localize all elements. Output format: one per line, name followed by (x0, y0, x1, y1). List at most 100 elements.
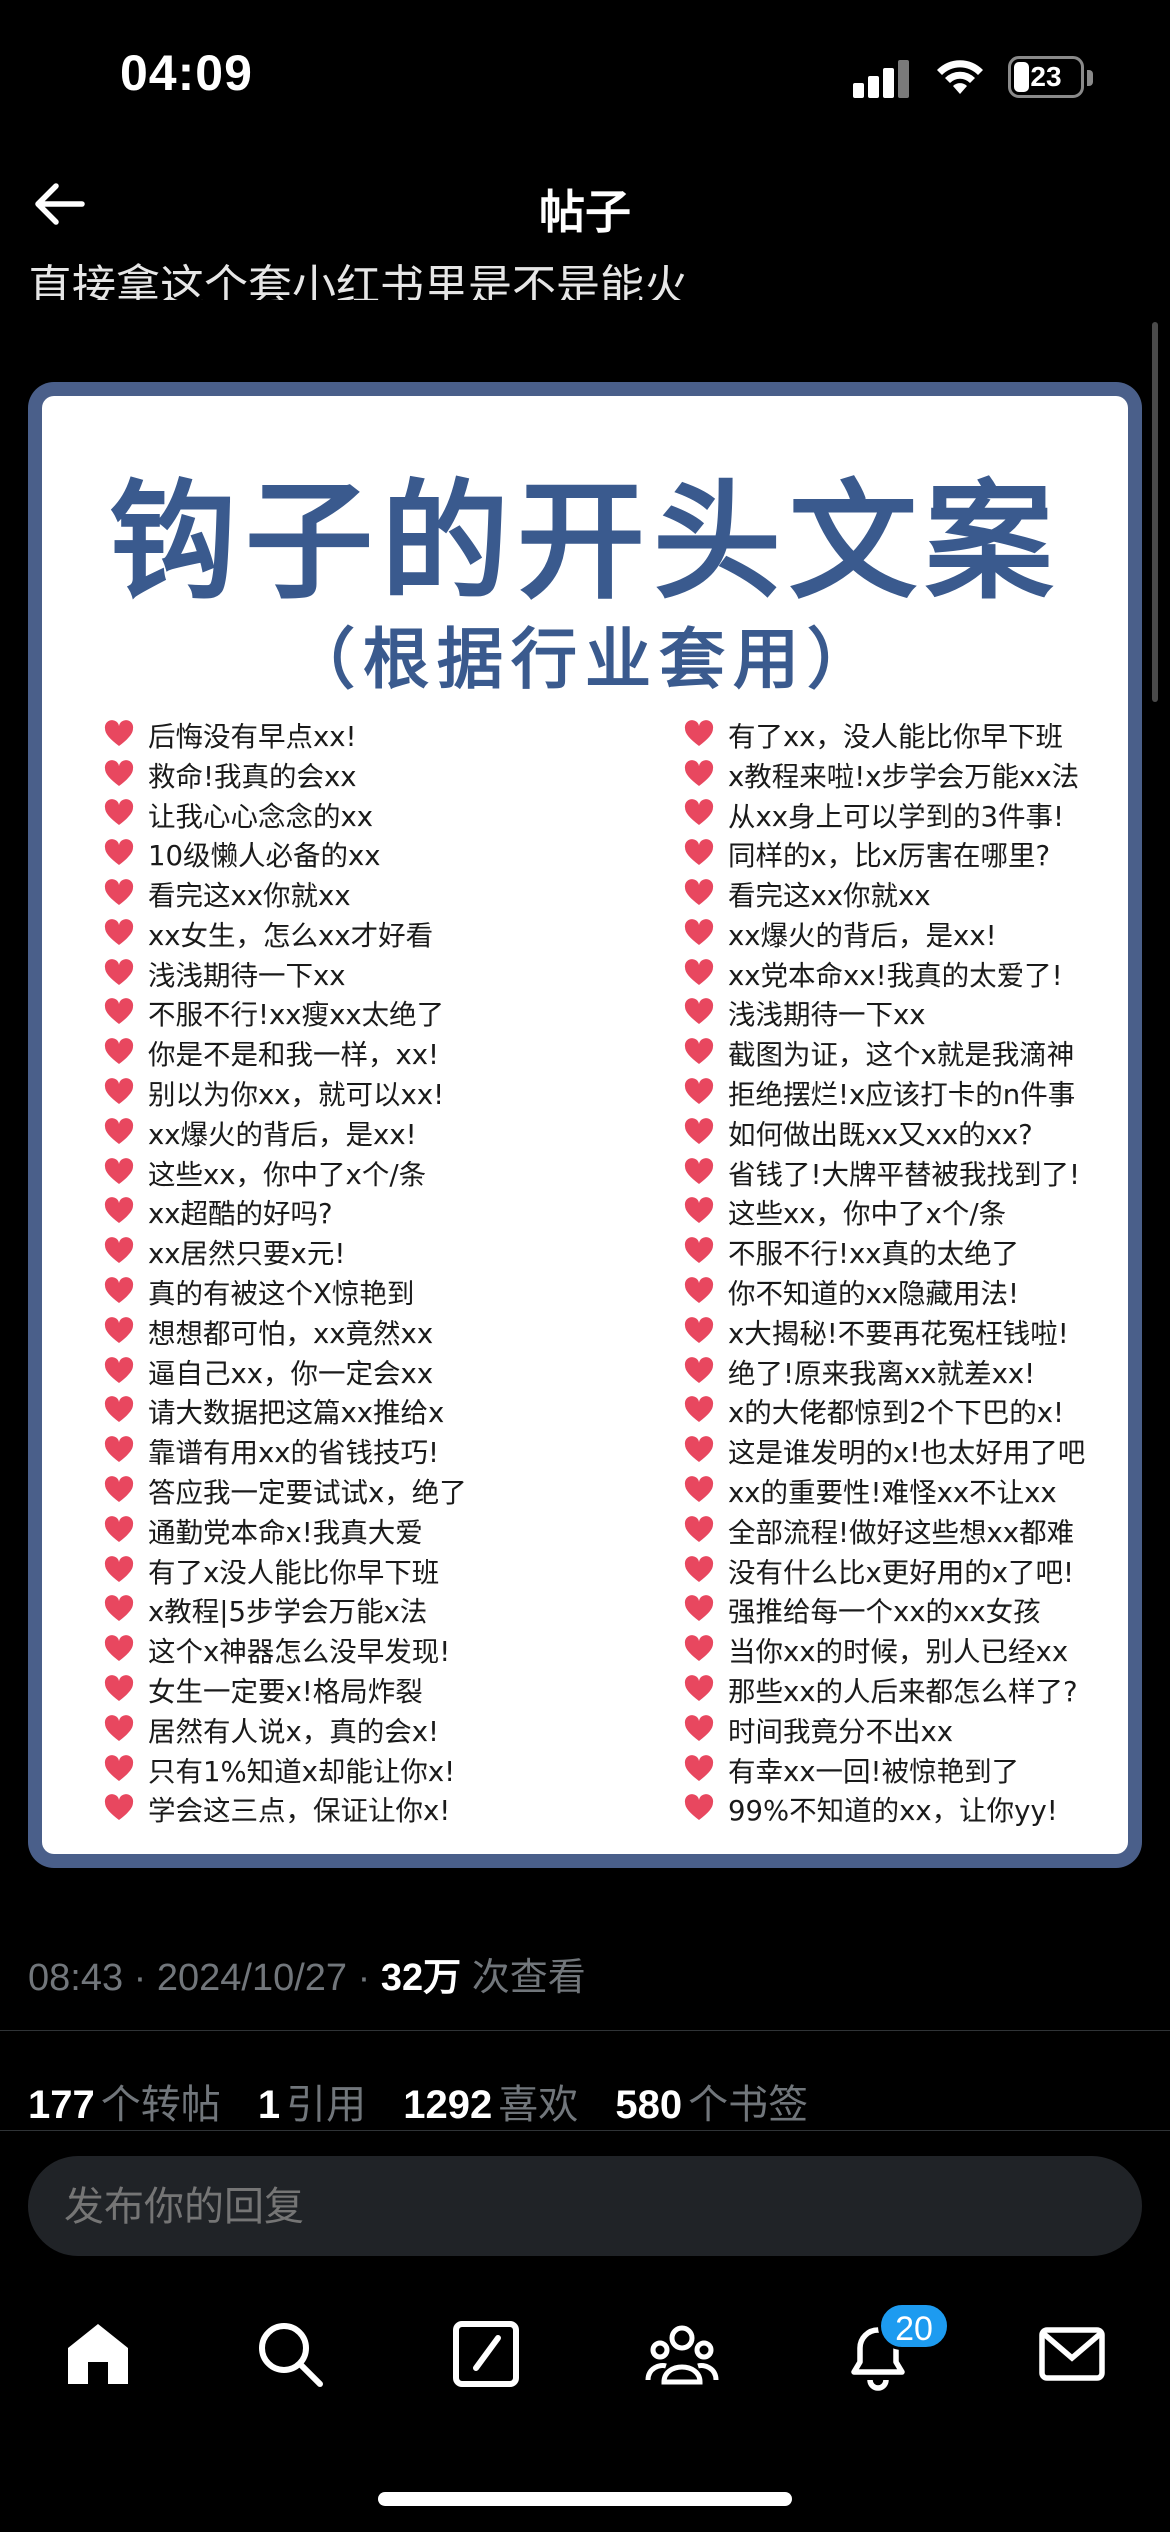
phrase-item: 全部流程!做好这些想xx都难 (684, 1510, 1085, 1550)
tab-home[interactable] (60, 2316, 136, 2392)
home-indicator[interactable] (378, 2492, 792, 2506)
phrase-item: xx女生，怎么xx才好看 (104, 913, 467, 953)
tab-communities[interactable] (644, 2316, 720, 2392)
heart-icon (104, 720, 134, 746)
heart-icon (684, 1635, 714, 1662)
phrase-text: 只有1%知道x却能让你x! (148, 1755, 456, 1788)
heart-icon (104, 799, 134, 826)
heart-icon (684, 919, 714, 945)
phrase-text: 那些xx的人后来都怎么样了? (728, 1676, 1078, 1709)
image-subtitle: （根据行业套用） (289, 621, 881, 698)
phrase-text: 截图为证，这个x就是我滴神 (728, 1039, 1075, 1072)
phrase-text: 这是谁发明的x!也太好用了吧 (728, 1437, 1086, 1470)
view-label: 次查看 (471, 1957, 586, 1999)
phrase-text: 有了x没人能比你早下班 (148, 1556, 440, 1589)
heart-icon (104, 1316, 134, 1343)
heart-icon (684, 1197, 714, 1224)
tab-search[interactable] (252, 2316, 328, 2392)
phrase-item: 没有什么比x更好用的x了吧! (684, 1550, 1085, 1590)
divider (0, 2030, 1170, 2031)
phrase-item: 浅浅期待一下xx (684, 993, 1085, 1033)
phrase-item: 有幸xx一回!被惊艳到了 (684, 1749, 1085, 1789)
reposts-stat[interactable]: 177 个转帖 (28, 2083, 221, 2127)
phrase-text: 逼自己xx，你一定会xx (148, 1357, 434, 1390)
phrase-text: 真的有被这个X惊艳到 (148, 1278, 415, 1311)
post-date: 2024/10/27 (156, 1957, 348, 1999)
phrase-text: 从xx身上可以学到的3件事! (728, 800, 1065, 833)
phrase-item: 同样的x，比x厉害在哪里? (684, 833, 1085, 873)
phrase-item: 从xx身上可以学到的3件事! (684, 794, 1085, 834)
likes-stat[interactable]: 1292 喜欢 (403, 2083, 578, 2127)
phrase-item: xx爆火的背后，是xx! (104, 1112, 467, 1152)
phrase-item: 那些xx的人后来都怎么样了? (684, 1669, 1085, 1709)
communities-icon (645, 2325, 719, 2385)
heart-icon (684, 958, 714, 985)
phrase-text: 当你xx的时候，别人已经xx (728, 1636, 1069, 1669)
phrase-item: 逼自己xx，你一定会xx (104, 1351, 467, 1391)
heart-icon (684, 759, 714, 786)
phrase-item: 通勤党本命x!我真大爱 (104, 1510, 467, 1550)
heart-icon (104, 1436, 134, 1463)
phrase-text: 救命!我真的会xx (148, 760, 357, 793)
heart-icon (104, 1595, 134, 1622)
phrase-item: 真的有被这个X惊艳到 (104, 1271, 467, 1311)
post-stats: 177 个转帖 1 引用 1292 喜欢 580 个书签 (28, 2072, 834, 2130)
right-phrase-list: 有了xx，没人能比你早下班 x教程来啦!x步学会万能xx法 从xx身上可以学到的3件… (684, 714, 1085, 1828)
phrase-text: xx居然只要x元! (148, 1238, 346, 1271)
heart-icon (104, 1794, 134, 1821)
heart-icon (104, 1197, 134, 1224)
phrase-text: 后悔没有早点xx! (148, 720, 357, 753)
bookmarks-stat[interactable]: 580 个书签 (615, 2083, 808, 2127)
phrase-text: 不服不行!xx真的太绝了 (728, 1238, 1020, 1271)
reply-box[interactable] (28, 2156, 1142, 2256)
heart-icon (104, 958, 134, 985)
heart-icon (684, 1038, 714, 1065)
heart-icon (684, 1794, 714, 1821)
heart-icon (104, 1754, 134, 1781)
post-time: 08:43 (28, 1957, 124, 1999)
phrase-text: 居然有人说x，真的会x! (148, 1715, 440, 1748)
heart-icon (104, 1117, 134, 1144)
phrase-text: 时间我竟分不出xx (728, 1715, 954, 1748)
post-image[interactable]: 钩子的开头文案 （根据行业套用） 后悔没有早点xx! 救命!我真的会xx 让我心心念… (28, 382, 1142, 1868)
phrase-item: 如何做出既xx又xx的xx? (684, 1112, 1085, 1152)
phrase-text: 同样的x，比x厉害在哪里? (728, 840, 1051, 873)
heart-icon (684, 1595, 714, 1622)
reply-input[interactable] (64, 2184, 1064, 2230)
phrase-text: xx的重要性!难怪xx不让xx (728, 1477, 1057, 1510)
scrollbar[interactable] (1152, 322, 1158, 702)
heart-icon (104, 998, 134, 1025)
quotes-stat[interactable]: 1 引用 (258, 2083, 366, 2127)
phrase-item: 有了xx，没人能比你早下班 (684, 714, 1085, 754)
heart-icon (684, 1078, 714, 1105)
divider (0, 2130, 1170, 2131)
post-image-content: 钩子的开头文案 （根据行业套用） 后悔没有早点xx! 救命!我真的会xx 让我心心念… (42, 396, 1128, 1854)
search-icon (259, 2323, 323, 2387)
heart-icon (104, 1277, 134, 1304)
post-detail-screen: 04:09 23 帖子 直接拿这个套小红书里是不是能火 钩子的开头文案 （根据行… (0, 0, 1170, 2532)
notifications-badge: 20 (878, 2302, 950, 2350)
phrase-text: 拒绝摆烂!x应该打卡的n件事 (728, 1079, 1076, 1112)
phrase-item: 靠谱有用xx的省钱技巧! (104, 1430, 467, 1470)
phrase-item: xx超酷的好吗? (104, 1192, 467, 1232)
phrase-item: x的大佬都惊到2个下巴的x! (684, 1391, 1085, 1431)
wifi-icon (937, 60, 983, 94)
tab-messages[interactable] (1034, 2316, 1110, 2392)
phrase-text: 请大数据把这篇xx推给x (148, 1397, 445, 1430)
phrase-text: x教程|5步学会万能x法 (148, 1596, 428, 1629)
tab-compose[interactable] (448, 2316, 524, 2392)
battery-icon: 23 (1008, 56, 1084, 98)
phrase-item: 后悔没有早点xx! (104, 714, 467, 754)
heart-icon (684, 1316, 714, 1343)
phrase-item: 看完这xx你就xx (104, 873, 467, 913)
heart-icon (684, 1555, 714, 1582)
heart-icon (684, 1237, 714, 1264)
phrase-item: 省钱了!大牌平替被我找到了! (684, 1152, 1085, 1192)
phrase-item: 这些xx，你中了x个/条 (104, 1152, 467, 1192)
heart-icon (104, 1555, 134, 1582)
heart-icon (104, 1396, 134, 1423)
compose-icon (453, 2321, 519, 2387)
phrase-text: xx超酷的好吗? (148, 1198, 333, 1231)
phrase-text: 别以为你xx，就可以xx! (148, 1079, 445, 1112)
heart-icon (104, 1515, 134, 1542)
